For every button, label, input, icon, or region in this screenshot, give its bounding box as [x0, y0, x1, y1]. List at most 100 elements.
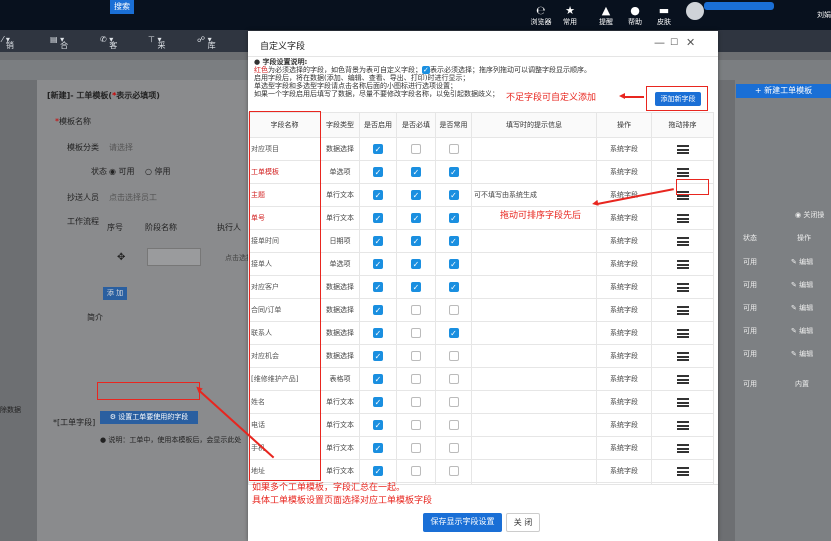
enabled-checkbox[interactable]: ✓: [373, 466, 383, 476]
enabled-checkbox[interactable]: ✓: [373, 420, 383, 430]
hint-input[interactable]: [471, 160, 597, 184]
menu-item-inventory[interactable]: ☍ 库存 ▾: [197, 35, 216, 61]
hint-input[interactable]: [471, 459, 597, 483]
close-ops-toggle[interactable]: ◉ 关闭操: [795, 210, 824, 220]
drag-handle-icon[interactable]: [676, 213, 689, 223]
common-checkbox[interactable]: ✓: [448, 190, 459, 200]
hint-input[interactable]: [471, 229, 597, 253]
common-checkbox[interactable]: [448, 420, 459, 430]
required-checkbox[interactable]: [411, 420, 421, 430]
set-fields-button[interactable]: ⚙ 设置工单要使用的字段: [100, 411, 198, 424]
hint-input[interactable]: [471, 252, 597, 276]
required-checkbox[interactable]: ✓: [411, 190, 421, 200]
menu-item-service[interactable]: ✆ 客服 ▾: [100, 35, 117, 61]
drag-handle-icon[interactable]: [676, 351, 689, 361]
avatar[interactable]: [686, 2, 704, 20]
new-template-button[interactable]: + 新建工单模板: [736, 84, 831, 98]
enabled-checkbox[interactable]: ✓: [373, 167, 383, 177]
save-display-fields-button[interactable]: 保存显示字段设置: [423, 513, 502, 532]
row-edit-link[interactable]: ✎ 编辑: [791, 303, 813, 313]
required-checkbox[interactable]: [411, 397, 421, 407]
enabled-checkbox[interactable]: ✓: [373, 397, 383, 407]
minimize-icon[interactable]: —: [654, 36, 665, 49]
hint-input[interactable]: [471, 344, 597, 368]
drag-handle-icon[interactable]: [676, 374, 689, 384]
hint-input[interactable]: 可不填写由系统生成: [471, 183, 597, 207]
browser-button[interactable]: ℮ 浏览器: [526, 5, 556, 27]
required-checkbox[interactable]: ✓: [411, 167, 421, 177]
stage-name-input[interactable]: [147, 248, 201, 266]
required-checkbox[interactable]: ✓: [411, 282, 421, 292]
required-checkbox[interactable]: [411, 328, 421, 338]
close-icon[interactable]: ✕: [686, 36, 695, 49]
enabled-checkbox[interactable]: ✓: [373, 282, 383, 292]
common-checkbox[interactable]: ✓: [448, 328, 459, 338]
required-checkbox[interactable]: [411, 351, 421, 361]
add-stage-button[interactable]: 添 加: [103, 287, 127, 300]
row-edit-link[interactable]: ✎ 编辑: [791, 257, 813, 267]
enabled-checkbox[interactable]: ✓: [373, 213, 383, 223]
common-checkbox[interactable]: [448, 466, 459, 476]
enabled-checkbox[interactable]: ✓: [373, 259, 383, 269]
drag-handle-icon[interactable]: [676, 259, 689, 269]
drag-handle-icon[interactable]: [676, 420, 689, 430]
drag-handle-icon[interactable]: ✥: [117, 252, 125, 263]
common-checkbox[interactable]: ✓: [448, 213, 459, 223]
status-radio-enabled[interactable]: ◉ 可用: [109, 166, 135, 177]
hint-input[interactable]: [471, 321, 597, 345]
drag-handle-icon[interactable]: [676, 282, 689, 292]
hint-input[interactable]: [471, 275, 597, 299]
hint-input[interactable]: [471, 390, 597, 414]
maximize-icon[interactable]: ☐: [670, 38, 678, 48]
required-checkbox[interactable]: [411, 144, 421, 154]
drag-handle-icon[interactable]: [676, 328, 689, 338]
close-dialog-button[interactable]: 关 闭: [506, 513, 540, 532]
required-checkbox[interactable]: [411, 466, 421, 476]
required-checkbox[interactable]: ✓: [411, 213, 421, 223]
enabled-checkbox[interactable]: ✓: [373, 374, 383, 384]
common-checkbox[interactable]: [448, 351, 459, 361]
common-checkbox[interactable]: [448, 443, 459, 453]
enabled-checkbox[interactable]: ✓: [373, 236, 383, 246]
hint-input[interactable]: [471, 298, 597, 322]
status-radio-disabled[interactable]: ○ 停用: [145, 166, 171, 177]
drag-handle-icon[interactable]: [676, 397, 689, 407]
search-button[interactable]: 搜索: [110, 0, 134, 14]
hint-input[interactable]: [471, 367, 597, 391]
common-checkbox[interactable]: ✓: [448, 236, 459, 246]
enabled-checkbox[interactable]: ✓: [373, 443, 383, 453]
enabled-checkbox[interactable]: ✓: [373, 351, 383, 361]
common-checkbox[interactable]: ✓: [448, 259, 459, 269]
menu-item-contract[interactable]: ▤ 合同 ▾: [50, 35, 68, 61]
common-checkbox[interactable]: ✓: [448, 167, 459, 177]
common-checkbox[interactable]: [448, 397, 459, 407]
template-category-select[interactable]: 请选择: [109, 142, 133, 153]
menu-item-purchase[interactable]: ⊤ 采购 ▾: [148, 35, 166, 61]
menu-item-sales[interactable]: ⁄ 销售 ▾: [2, 35, 14, 61]
drag-handle-icon[interactable]: [676, 144, 689, 154]
enabled-checkbox[interactable]: ✓: [373, 144, 383, 154]
common-checkbox[interactable]: [448, 305, 459, 315]
reminder-button[interactable]: ▲ 提醒: [591, 5, 621, 27]
row-edit-link[interactable]: ✎ 编辑: [791, 280, 813, 290]
common-checkbox[interactable]: [448, 144, 459, 154]
required-checkbox[interactable]: ✓: [411, 259, 421, 269]
hint-input[interactable]: [471, 436, 597, 460]
enabled-checkbox[interactable]: ✓: [373, 305, 383, 315]
required-checkbox[interactable]: ✓: [411, 236, 421, 246]
required-checkbox[interactable]: [411, 305, 421, 315]
enabled-checkbox[interactable]: ✓: [373, 328, 383, 338]
hint-input[interactable]: [471, 137, 597, 161]
required-checkbox[interactable]: [411, 443, 421, 453]
enabled-checkbox[interactable]: ✓: [373, 190, 383, 200]
common-checkbox[interactable]: ✓: [448, 282, 459, 292]
cc-picker[interactable]: 点击选择员工: [109, 192, 157, 203]
user-badge[interactable]: [704, 2, 774, 10]
help-button[interactable]: ● 帮助: [620, 5, 650, 27]
hint-input[interactable]: [471, 413, 597, 437]
drag-handle-icon[interactable]: [676, 167, 689, 177]
drag-handle-icon[interactable]: [676, 466, 689, 476]
drag-handle-icon[interactable]: [676, 305, 689, 315]
row-edit-link[interactable]: ✎ 编辑: [791, 349, 813, 359]
required-checkbox[interactable]: [411, 374, 421, 384]
